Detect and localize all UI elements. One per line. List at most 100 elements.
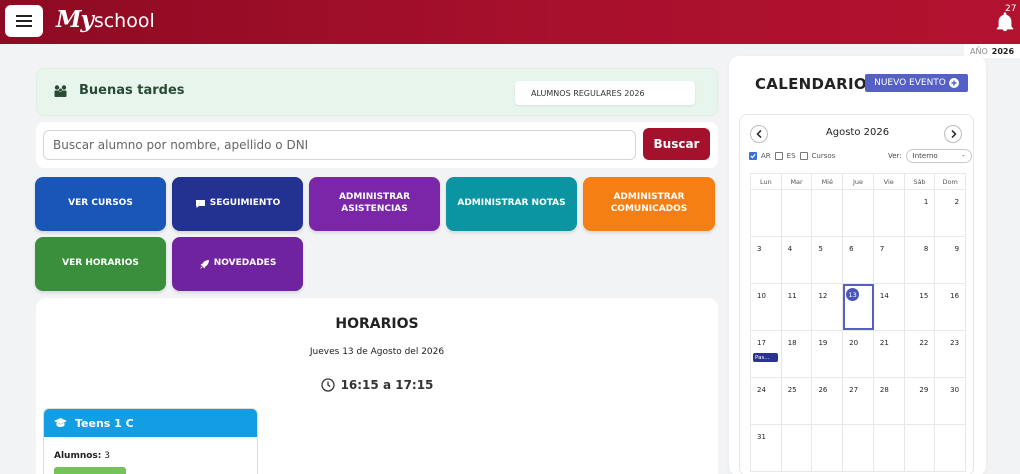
weekday-4: Vie bbox=[874, 174, 905, 189]
course-action-bar[interactable] bbox=[54, 467, 126, 474]
ver-cursos-button[interactable]: VER CURSOS bbox=[35, 177, 166, 231]
day-number: 11 bbox=[787, 292, 797, 300]
plus-circle-icon bbox=[948, 78, 959, 88]
course-card[interactable]: Teens 1 C Alumnos: 3 bbox=[43, 408, 258, 474]
calendar-day[interactable]: 10 bbox=[751, 284, 782, 330]
calendar-day[interactable]: 23 bbox=[935, 331, 967, 377]
greeting-card: Buenas tardes ALUMNOS REGULARES 2026 bbox=[36, 68, 718, 116]
day-number: 8 bbox=[923, 245, 929, 253]
day-number: 29 bbox=[919, 386, 929, 394]
weekday-3: Jue bbox=[843, 174, 874, 189]
course-body: Alumnos: 3 bbox=[44, 437, 257, 474]
ver-horarios-button[interactable]: VER HORARIOS bbox=[35, 237, 166, 291]
administrar-asistencias-button[interactable]: ADMINISTRAR ASISTENCIAS bbox=[309, 177, 440, 231]
day-number: 14 bbox=[879, 292, 889, 300]
calendar-day[interactable]: 19 bbox=[812, 331, 844, 377]
administrar-notas-button[interactable]: ADMINISTRAR NOTAS bbox=[446, 177, 577, 231]
calendar-day[interactable]: 17 Pas... bbox=[751, 331, 782, 377]
menu-button[interactable] bbox=[5, 5, 43, 37]
calendar-day[interactable]: 14 bbox=[874, 284, 905, 330]
calendar-empty-cell bbox=[843, 425, 874, 471]
calendar-day[interactable]: 24 bbox=[751, 378, 782, 424]
course-header: Teens 1 C bbox=[44, 409, 257, 437]
calendar-day[interactable]: 2 bbox=[935, 190, 967, 236]
filter-ar-checkbox[interactable] bbox=[749, 152, 757, 160]
calendar-day[interactable]: 4 bbox=[782, 237, 813, 283]
calendar-day[interactable]: 18 bbox=[782, 331, 813, 377]
day-number: 10 bbox=[757, 292, 766, 300]
graduation-cap-icon bbox=[54, 418, 67, 427]
calendar-day[interactable]: 21 bbox=[874, 331, 905, 377]
calendar-day[interactable]: 12 bbox=[812, 284, 844, 330]
family-icon bbox=[54, 85, 67, 97]
calendar-day[interactable]: 6 bbox=[843, 237, 874, 283]
seguimiento-button[interactable]: SEGUIMIENTO bbox=[172, 177, 303, 231]
calendar-event[interactable]: Pas... bbox=[753, 353, 778, 362]
calendar-empty-cell bbox=[874, 425, 905, 471]
calendar-week: 31 bbox=[751, 425, 967, 472]
new-event-label: NUEVO EVENTO bbox=[874, 78, 946, 88]
view-select[interactable]: Interno - bbox=[905, 149, 972, 163]
chevron-right-icon bbox=[950, 130, 957, 138]
calendar-day[interactable]: 28 bbox=[874, 378, 905, 424]
calendar-filters: AR ES Cursos bbox=[749, 152, 835, 160]
ver-horarios-label: VER HORARIOS bbox=[62, 258, 139, 269]
calendar-day[interactable]: 7 bbox=[874, 237, 905, 283]
app-logo[interactable]: My school bbox=[56, 6, 155, 33]
calendar-day[interactable]: 1 bbox=[905, 190, 936, 236]
day-number: 21 bbox=[879, 339, 889, 347]
filter-cursos-checkbox[interactable] bbox=[799, 152, 808, 160]
calendar-day[interactable]: 13 bbox=[843, 284, 874, 330]
new-event-button[interactable]: NUEVO EVENTO bbox=[865, 74, 968, 92]
calendar-day[interactable]: 15 bbox=[905, 284, 936, 330]
day-number: 18 bbox=[787, 339, 797, 347]
day-number: 13 bbox=[846, 288, 860, 301]
caret-down-icon: - bbox=[962, 152, 965, 160]
day-number: 15 bbox=[919, 292, 929, 300]
filter-es-checkbox[interactable] bbox=[774, 152, 783, 160]
calendar-week: 24 25 26 27 28 29 30 bbox=[751, 378, 967, 425]
day-number: 26 bbox=[818, 386, 828, 394]
next-month-button[interactable] bbox=[944, 125, 962, 143]
calendar-day[interactable]: 8 bbox=[905, 237, 936, 283]
calendar-day[interactable]: 30 bbox=[935, 378, 967, 424]
regular-students-pill[interactable]: ALUMNOS REGULARES 2026 bbox=[515, 81, 695, 105]
weekday-5: Sáb bbox=[905, 174, 936, 189]
calendar-day[interactable]: 25 bbox=[782, 378, 813, 424]
calendar-day[interactable]: 11 bbox=[782, 284, 813, 330]
calendar-day[interactable]: 31 bbox=[751, 425, 782, 471]
calendar-day[interactable]: 22 bbox=[905, 331, 936, 377]
day-number: 25 bbox=[787, 386, 797, 394]
day-number: 4 bbox=[787, 245, 793, 253]
search-button[interactable]: Buscar bbox=[643, 128, 710, 160]
calendar-day[interactable]: 3 bbox=[751, 237, 782, 283]
calendar-panel: CALENDARIO NUEVO EVENTO Agosto 2026 AR E… bbox=[729, 56, 986, 474]
calendar-week: 12 bbox=[751, 190, 967, 237]
calendar-day[interactable]: 9 bbox=[935, 237, 967, 283]
administrar-asistencias-label: ADMINISTRAR ASISTENCIAS bbox=[338, 192, 411, 214]
calendar-day[interactable]: 20 bbox=[843, 331, 874, 377]
day-number: 7 bbox=[879, 245, 885, 253]
administrar-comunicados-button[interactable]: ADMINISTRAR COMUNICADOS bbox=[583, 177, 715, 231]
view-filter: Ver: Interno - bbox=[888, 149, 972, 163]
calendar-day[interactable]: 5 bbox=[812, 237, 844, 283]
search-input[interactable] bbox=[43, 130, 636, 160]
day-number: 16 bbox=[950, 292, 960, 300]
calendar-day[interactable]: 26 bbox=[812, 378, 844, 424]
calendar-week: 17 Pas... 18 19 20 21 22 23 bbox=[751, 331, 967, 378]
day-number: 23 bbox=[950, 339, 960, 347]
calendar-day[interactable]: 29 bbox=[905, 378, 936, 424]
hamburger-icon bbox=[16, 15, 32, 27]
schedule-time: 16:15 a 17:15 bbox=[36, 378, 718, 392]
schedule-title: HORARIOS bbox=[335, 316, 419, 332]
calendar-day[interactable]: 27 bbox=[843, 378, 874, 424]
month-label: Agosto 2026 bbox=[825, 127, 890, 138]
rocket-icon bbox=[199, 259, 209, 269]
calendar-empty-cell bbox=[905, 425, 936, 471]
filter-cursos-label: Cursos bbox=[811, 152, 836, 160]
top-bar: My school 27 bbox=[0, 0, 1020, 44]
calendar-week: 10 11 12 13 14 15 16 bbox=[751, 284, 967, 331]
calendar-day[interactable]: 16 bbox=[935, 284, 967, 330]
weekday-0: Lun bbox=[751, 174, 782, 189]
novedades-button[interactable]: NOVEDADES bbox=[172, 237, 303, 291]
